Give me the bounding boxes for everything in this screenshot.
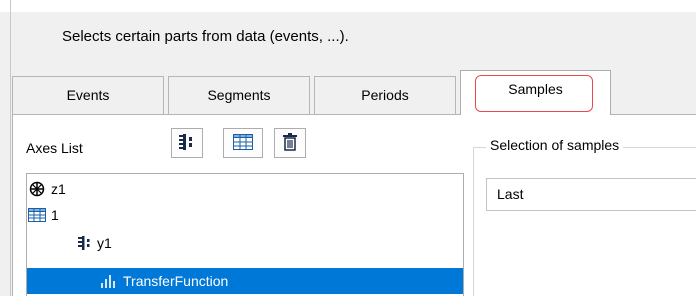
bar-signal-icon: [99, 272, 119, 290]
tree-item-label: 1: [51, 207, 59, 223]
axis-stack-icon: [75, 234, 95, 252]
tree-item-y1[interactable]: y1: [27, 230, 463, 256]
samples-selection-dropdown[interactable]: Last: [486, 178, 696, 211]
tab-highlight-outline: [475, 75, 593, 112]
axis-stack-icon: [179, 133, 195, 154]
dialog-left-edge: [10, 0, 11, 296]
tab-segments[interactable]: Segments: [168, 76, 310, 114]
tree-item-1[interactable]: 1: [27, 202, 463, 228]
axes-tree[interactable]: z1 1 y1 TransferFunction: [26, 173, 464, 296]
table-grid-icon: [233, 133, 253, 153]
tree-item-z1[interactable]: z1: [27, 176, 463, 202]
trash-icon: [283, 132, 297, 154]
axes-list-label: Axes List: [26, 140, 83, 156]
samples-group-title: Selection of samples: [486, 137, 624, 153]
table-grid-icon: [27, 206, 47, 224]
dialog-description: Selects certain parts from data (events,…: [62, 28, 349, 45]
add-axis-button[interactable]: [171, 128, 203, 158]
add-table-button[interactable]: [223, 128, 263, 158]
tab-periods[interactable]: Periods: [314, 76, 456, 114]
tree-item-label: z1: [51, 181, 66, 197]
crosshair-circle-icon: [27, 180, 47, 198]
delete-button[interactable]: [274, 128, 306, 158]
tree-item-label: TransferFunction: [123, 273, 229, 289]
window-top-strip: [0, 0, 696, 12]
tree-item-transferfunction[interactable]: TransferFunction: [27, 268, 463, 294]
tree-item-label: y1: [97, 235, 112, 251]
tab-events[interactable]: Events: [12, 76, 164, 114]
group-border-left: [473, 147, 474, 296]
panel-border: [12, 115, 13, 296]
